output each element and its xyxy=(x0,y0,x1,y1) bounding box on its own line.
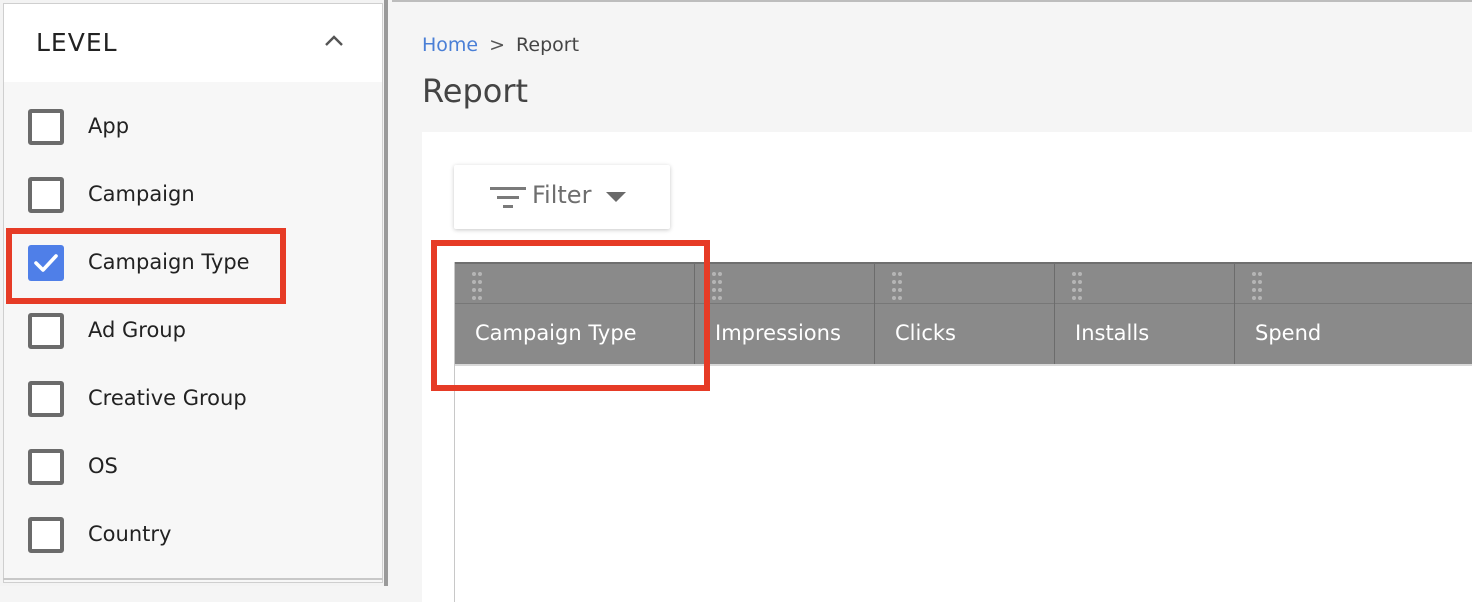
column-header-installs[interactable]: Installs xyxy=(1055,264,1235,364)
level-item-label: Ad Group xyxy=(88,318,186,342)
column-header-spend[interactable]: Spend xyxy=(1235,264,1472,364)
level-item-country[interactable]: Country xyxy=(4,502,382,570)
ad-group-checkbox[interactable] xyxy=(28,313,64,349)
drag-handle-icon[interactable] xyxy=(1071,270,1083,300)
breadcrumb-current: Report xyxy=(516,34,580,56)
chevron-up-icon[interactable] xyxy=(324,34,344,48)
highlight-box-campaign-type-option xyxy=(6,228,286,304)
column-label: Spend xyxy=(1255,321,1322,345)
level-item-label: Creative Group xyxy=(88,386,247,410)
drag-handle-icon[interactable] xyxy=(891,270,903,300)
level-item-label: Country xyxy=(88,522,172,546)
filter-label: Filter xyxy=(532,181,592,209)
level-item-os[interactable]: OS xyxy=(4,434,382,502)
level-item-label: App xyxy=(88,114,130,138)
divider xyxy=(3,578,383,580)
level-item-label: Campaign xyxy=(88,182,195,206)
app-checkbox[interactable] xyxy=(28,109,64,145)
level-header[interactable]: LEVEL xyxy=(4,4,382,82)
level-title: LEVEL xyxy=(36,28,118,57)
level-item-creative-group[interactable]: Creative Group xyxy=(4,366,382,434)
column-header-impressions[interactable]: Impressions xyxy=(695,264,875,364)
drag-handle-icon[interactable] xyxy=(1251,270,1263,300)
creative-group-checkbox[interactable] xyxy=(28,381,64,417)
level-item-campaign[interactable]: Campaign xyxy=(4,162,382,230)
breadcrumb-home-link[interactable]: Home xyxy=(422,34,478,56)
level-item-label: OS xyxy=(88,454,118,478)
breadcrumb: Home > Report xyxy=(422,34,579,56)
level-item-ad-group[interactable]: Ad Group xyxy=(4,298,382,366)
drag-handle-icon[interactable] xyxy=(711,270,723,300)
column-label: Installs xyxy=(1075,321,1150,345)
column-header-clicks[interactable]: Clicks xyxy=(875,264,1055,364)
country-checkbox[interactable] xyxy=(28,517,64,553)
highlight-box-campaign-type-column xyxy=(431,240,710,391)
caret-down-icon xyxy=(606,192,626,202)
filter-icon xyxy=(490,187,526,208)
level-item-app[interactable]: App xyxy=(4,94,382,162)
column-label: Clicks xyxy=(895,321,956,345)
filter-button[interactable]: Filter xyxy=(454,165,670,229)
page-title: Report xyxy=(422,72,529,110)
breadcrumb-separator: > xyxy=(489,34,506,56)
campaign-checkbox[interactable] xyxy=(28,177,64,213)
os-checkbox[interactable] xyxy=(28,449,64,485)
column-label: Impressions xyxy=(715,321,841,345)
grid-body xyxy=(455,366,1472,602)
